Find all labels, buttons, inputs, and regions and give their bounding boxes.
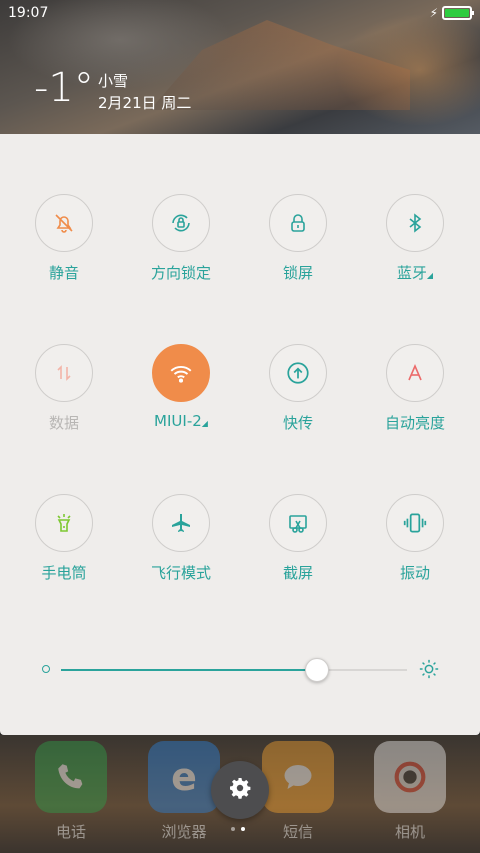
camera-icon [374,741,446,813]
browser-icon: e [148,741,220,813]
dock-label: 相机 [394,823,425,841]
quick-settings-panel: 静音 方向锁定 锁屏 蓝牙◢ 数据 MIUI-2◢ 快传 自动亮度 手电筒 飞行… [0,134,480,735]
page-indicator [231,827,245,831]
settings-button[interactable] [211,761,269,819]
toggle-flashlight[interactable]: 手电筒 [14,494,114,583]
toggle-label: MIUI-2◢ [154,412,208,430]
page-dot [231,827,235,831]
vibrate-icon [386,494,444,552]
brightness-thumb[interactable] [305,658,330,682]
page-dot-active [241,827,245,831]
bell-off-icon [35,194,93,252]
toggle-label: 快传 [282,414,313,432]
brightness-max-icon [418,658,440,684]
charging-icon: ⚡ [429,6,438,20]
toggle-auto-brightness[interactable]: 自动亮度 [365,344,465,433]
airplane-icon [152,494,210,552]
gear-icon [228,776,252,804]
bluetooth-icon [386,194,444,252]
toggle-quick-share[interactable]: 快传 [248,344,348,433]
toggle-label: 自动亮度 [384,414,445,432]
auto-brightness-icon [386,344,444,402]
dock-label: 短信 [282,823,313,841]
expand-arrow-icon: ◢ [426,271,434,280]
dock-app-messages[interactable]: 短信 [258,741,338,842]
toggle-lock-screen[interactable]: 锁屏 [248,194,348,283]
wifi-icon [152,344,210,402]
message-icon [262,741,334,813]
flashlight-icon [35,494,93,552]
weather-date: 2月21日 周二 [98,94,192,112]
battery-icon [442,6,474,20]
toggle-wifi[interactable]: MIUI-2◢ [131,344,231,430]
brightness-fill [61,669,318,671]
toggle-label: 锁屏 [282,264,313,282]
toggle-label: 截屏 [282,564,313,582]
dock-app-phone[interactable]: 电话 [31,741,111,842]
toggle-mute[interactable]: 静音 [14,194,114,283]
lock-icon [269,194,327,252]
toggle-screenshot[interactable]: 截屏 [248,494,348,583]
toggle-vibrate[interactable]: 振动 [365,494,465,583]
brightness-slider[interactable] [0,654,480,684]
toggle-rotation-lock[interactable]: 方向锁定 [131,194,231,283]
toggle-label: 方向锁定 [150,264,211,282]
toggle-label: 飞行模式 [150,564,211,582]
status-bar: 19:07 ⚡ [0,0,480,28]
status-time: 19:07 [8,5,49,21]
status-icons: ⚡ [429,6,474,20]
toggle-label: 数据 [48,414,79,432]
toggle-airplane-mode[interactable]: 飞行模式 [131,494,231,583]
toggle-label: 手电筒 [41,564,87,582]
weather-temperature: -1° [34,65,94,111]
brightness-min-icon [42,665,50,673]
brightness-track[interactable] [61,669,407,671]
toggle-bluetooth[interactable]: 蓝牙◢ [365,194,465,283]
weather-condition: 小雪 [98,72,129,90]
mobile-data-icon [35,344,93,402]
dock-app-camera[interactable]: 相机 [370,741,450,842]
toggle-label: 振动 [399,564,430,582]
screenshot-icon [269,494,327,552]
toggle-label: 静音 [48,264,79,282]
toggle-mobile-data[interactable]: 数据 [14,344,114,433]
dock-label: 电话 [55,823,86,841]
toggle-label: 蓝牙◢ [396,264,434,282]
battery-level [445,9,469,17]
upload-icon [269,344,327,402]
rotation-lock-icon [152,194,210,252]
expand-arrow-icon: ◢ [201,419,208,428]
dock-label: 浏览器 [161,823,207,841]
phone-icon [35,741,107,813]
